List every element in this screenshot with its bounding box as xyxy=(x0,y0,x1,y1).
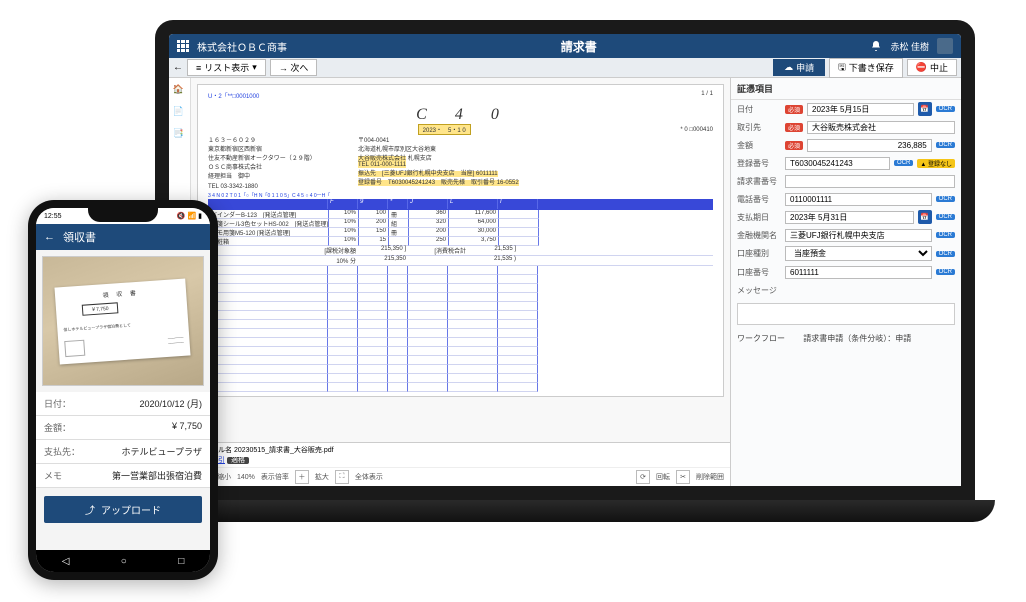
phone-notch xyxy=(88,208,158,222)
phone-title: 領収書 xyxy=(63,229,96,245)
laptop-base xyxy=(155,500,995,522)
vendor-input[interactable] xyxy=(807,121,955,134)
company-name: 株式会社ＯＢＣ商事 xyxy=(197,39,287,54)
table-header: F9*JLI xyxy=(208,199,713,209)
qualified-badge: 適格 xyxy=(227,457,249,464)
crop-button[interactable]: ✂ xyxy=(676,470,690,484)
fit-button[interactable]: ⛶ xyxy=(335,470,349,484)
duedate-input[interactable] xyxy=(785,211,914,224)
form-pane: 証憑項目 日付 必須 📅 OCR 取引先 必須 金額 xyxy=(731,78,961,486)
phone-input[interactable] xyxy=(785,193,932,206)
back-icon[interactable]: ← xyxy=(44,231,55,243)
doc-add-icon[interactable]: 📑 xyxy=(173,128,187,142)
phone-row-memo: メモ第一営業部出張宿泊費 xyxy=(36,464,210,488)
nav-recent-icon[interactable]: □ xyxy=(178,556,184,567)
nav-back-icon[interactable]: ◁ xyxy=(62,556,70,567)
phone-mockup: 12:55 🔇 📶 ▮ ← 領収書 領 収 書 ￥7,750 但しホテルビュープ… xyxy=(28,200,218,580)
col-header-codes: 3 4 N 0 2 T 0 1「○「H N「0 1 1 0 5」C 4 5 ○ … xyxy=(208,192,713,199)
doc-footer: ファイル名 20230515_請求書_大谷販売.pdf 電子取引 適格 xyxy=(191,442,730,467)
recipient-block: 〒004-0041 北海道札幌市厚別区大谷地東 大谷販売株式会社 札幌支店 TE… xyxy=(358,135,713,190)
field-bank: 金融機関名 OCR xyxy=(731,226,961,244)
document-type-title: 請求書 xyxy=(287,38,870,55)
receipt-photo[interactable]: 領 収 書 ￥7,750 但しホテルビュープラザ宿泊費として _________… xyxy=(42,256,204,386)
table-row: メモ用箋M5-120 [発送点管理]10%150冊20030,000 xyxy=(209,228,713,237)
file-name: 20230515_請求書_大谷販売.pdf xyxy=(234,447,334,454)
zoom-bar: − 縮小 140% 表示倍率 ＋ 拡大 ⛶ 全体表示 ⟳ 回転 ✂ 削除範囲 xyxy=(191,467,730,486)
doc-date-box: 2023・ 5・1 0 xyxy=(418,124,471,135)
zoom-in-button[interactable]: ＋ xyxy=(295,470,309,484)
doc-big-code: C 4 0 xyxy=(416,106,505,123)
receipt-paper: 領 収 書 ￥7,750 但しホテルビュープラザ宿泊費として _________… xyxy=(55,278,191,364)
document-page: U・2「**□0001000 1 / 1 C 4 0 2023・ 5・1 0 *… xyxy=(197,84,724,397)
next-button[interactable]: → 次へ xyxy=(270,59,318,76)
bank-input[interactable] xyxy=(785,229,932,242)
ocr-badge: OCR xyxy=(936,106,955,112)
table-row: バインダーB-123 [発送点管理]10%100冊360117,600 xyxy=(209,210,713,219)
phone-row-payee: 支払先：ホテルビュープラザ xyxy=(36,440,210,464)
summary-row-2: 10% 分 215,350 21,535 ) xyxy=(208,256,713,266)
calendar-icon[interactable]: 📅 xyxy=(918,102,932,116)
invoiceno-input[interactable] xyxy=(785,175,955,188)
sender-block: １６３－６０２９ 東京都新宿区西新宿 住友不動産新宿オークタワー（２９階） ＯＳ… xyxy=(208,135,338,190)
date-input[interactable] xyxy=(807,103,914,116)
field-regno: 登録番号 OCR ▲ 登録なし xyxy=(731,154,961,172)
draft-save-button[interactable]: 🖫下書き保存 xyxy=(829,58,903,78)
phone-row-amount: 金額：¥ 7,750 xyxy=(36,416,210,440)
rotate-button[interactable]: ⟳ xyxy=(636,470,650,484)
doc-code-right: * 0 □000410 xyxy=(680,127,713,133)
accttype-select[interactable]: 当座預金 xyxy=(785,246,932,261)
status-icons: 🔇 📶 ▮ xyxy=(177,212,202,220)
amount-input[interactable] xyxy=(807,139,932,152)
phone-time: 12:55 xyxy=(44,213,62,220)
zoom-ratio: 140% xyxy=(237,474,255,481)
camera-dot xyxy=(563,25,568,30)
field-message-label: メッセージ xyxy=(731,281,961,299)
field-vendor: 取引先 必須 xyxy=(731,118,961,136)
apps-grid-icon[interactable] xyxy=(177,40,189,52)
list-view-button[interactable]: ≡リスト表示▾ xyxy=(187,59,266,76)
message-input[interactable] xyxy=(737,303,955,325)
doc-icon[interactable]: 📄 xyxy=(173,106,187,120)
bell-icon[interactable] xyxy=(870,40,882,52)
nav-home-icon[interactable]: ○ xyxy=(121,556,127,567)
summary-row-1: [課税対象額 215,350 ] [消費税合計 21,535 ] xyxy=(208,246,713,256)
toolbar: ← ≡リスト表示▾ → 次へ ☁申請 🖫下書き保存 ⛔中止 xyxy=(169,58,961,78)
back-icon[interactable]: ← xyxy=(173,62,183,73)
phone-header: ← 領収書 xyxy=(36,224,210,250)
field-duedate: 支払期日 📅 OCR xyxy=(731,208,961,226)
form-section-title: 証憑項目 xyxy=(731,78,961,100)
doc-page-num: 1 / 1 xyxy=(701,91,713,100)
user-name: 赤松 佳樹 xyxy=(890,40,929,53)
field-invoiceno: 請求書番号 xyxy=(731,172,961,190)
desktop-app: 株式会社ＯＢＣ商事 請求書 赤松 佳樹 ← ≡リスト表示▾ → 次へ ☁申請 🖫… xyxy=(169,34,961,486)
phone-body: 領 収 書 ￥7,750 但しホテルビュープラザ宿泊費として _________… xyxy=(36,250,210,550)
field-accttype: 口座種別 当座預金 OCR xyxy=(731,244,961,263)
home-icon[interactable]: 🏠 xyxy=(173,84,187,98)
field-acctno: 口座番号 OCR xyxy=(731,263,961,281)
table-row: 付箋シール3色セットHS-002 [発送点管理]10%200組32064,000 xyxy=(209,219,713,228)
phone-nav-bar: ◁ ○ □ xyxy=(36,550,210,572)
workflow-row: ワークフロー 請求書申請（条件分岐）：申請 xyxy=(731,329,961,348)
calendar-icon[interactable]: 📅 xyxy=(918,210,932,224)
line-items-grid: バインダーB-123 [発送点管理]10%100冊360117,600付箋シール… xyxy=(208,209,713,246)
field-phone: 電話番号 OCR xyxy=(731,190,961,208)
regno-warning: ▲ 登録なし xyxy=(917,159,955,168)
table-row: 化粧箱10%152503,750 xyxy=(209,237,713,246)
acctno-input[interactable] xyxy=(785,266,932,279)
upload-button[interactable]: ⤴ アップロード xyxy=(44,496,202,523)
document-pane: U・2「**□0001000 1 / 1 C 4 0 2023・ 5・1 0 *… xyxy=(191,78,731,486)
phone-row-date: 日付：2020/10/12 (月) xyxy=(36,392,210,416)
user-avatar-icon[interactable] xyxy=(937,38,953,54)
app-header: 株式会社ＯＢＣ商事 請求書 赤松 佳樹 xyxy=(169,34,961,58)
submit-button[interactable]: ☁申請 xyxy=(773,59,825,76)
field-date: 日付 必須 📅 OCR xyxy=(731,100,961,118)
regno-input[interactable] xyxy=(785,157,890,170)
upload-icon: ⤴ xyxy=(85,502,95,517)
cancel-button[interactable]: ⛔中止 xyxy=(907,59,957,76)
laptop-mockup: 株式会社ＯＢＣ商事 請求書 赤松 佳樹 ← ≡リスト表示▾ → 次へ ☁申請 🖫… xyxy=(155,20,995,580)
doc-code-left: U・2「**□0001000 xyxy=(208,91,259,100)
field-amount: 金額 必須 OCR xyxy=(731,136,961,154)
